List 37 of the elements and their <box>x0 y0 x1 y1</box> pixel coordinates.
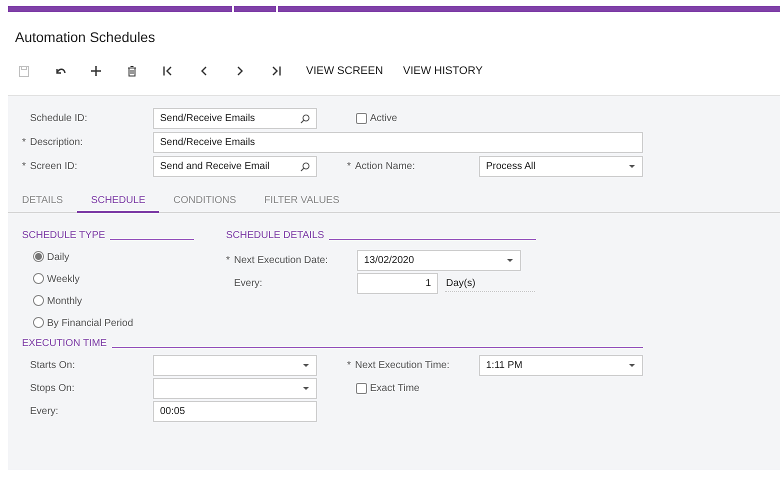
section-title: EXECUTION TIME <box>22 339 107 349</box>
field-label: Screen ID: <box>30 160 78 174</box>
dropdown-field[interactable]: 1:11 PM <box>479 355 643 376</box>
required-mark: * <box>22 136 27 150</box>
field-label: Action Name: <box>355 160 416 174</box>
required-mark: * <box>347 160 352 174</box>
field-label: Every: <box>30 405 58 419</box>
section-title: SCHEDULE DETAILS <box>226 231 324 241</box>
number-field[interactable]: 1 <box>357 273 438 294</box>
required-mark: * <box>347 359 352 373</box>
field-label: Starts On: <box>30 359 76 373</box>
radio-label: By Financial Period <box>47 317 134 331</box>
radio-label: Monthly <box>47 295 82 309</box>
page-title: Automation Schedules <box>15 28 156 47</box>
toolbar-button[interactable]: VIEW SCREEN <box>304 61 402 81</box>
required-mark: * <box>22 160 27 174</box>
lookup-field[interactable]: Send/Receive Emails <box>153 108 317 129</box>
checkbox-label: Active <box>370 112 398 126</box>
field-label: Stops On: <box>30 382 74 396</box>
dropdown-field[interactable]: Process All <box>479 156 643 177</box>
field-label: Every: <box>234 277 262 291</box>
field-label: Next Execution Date: <box>234 254 328 268</box>
required-mark: * <box>226 254 231 268</box>
lookup-field[interactable]: Send and Receive Email <box>153 156 317 177</box>
dropdown-field[interactable]: 13/02/2020 <box>357 250 521 271</box>
radio-label: Daily <box>47 251 70 265</box>
field-label: Schedule ID: <box>30 112 88 126</box>
field-label: Description: <box>30 136 83 150</box>
section-title: SCHEDULE TYPE <box>22 231 106 241</box>
text-field[interactable]: 00:05 <box>153 401 317 422</box>
radio-label: Weekly <box>47 273 80 287</box>
unit-label: Day(s) <box>445 276 535 292</box>
checkbox-label: Exact Time <box>370 382 420 396</box>
toolbar-button[interactable]: VIEW HISTORY <box>401 61 501 81</box>
tab[interactable]: SCHEDULE <box>76 189 160 213</box>
text-field[interactable]: Send/Receive Emails <box>153 132 643 153</box>
field-label: Next Execution Time: <box>355 359 450 373</box>
